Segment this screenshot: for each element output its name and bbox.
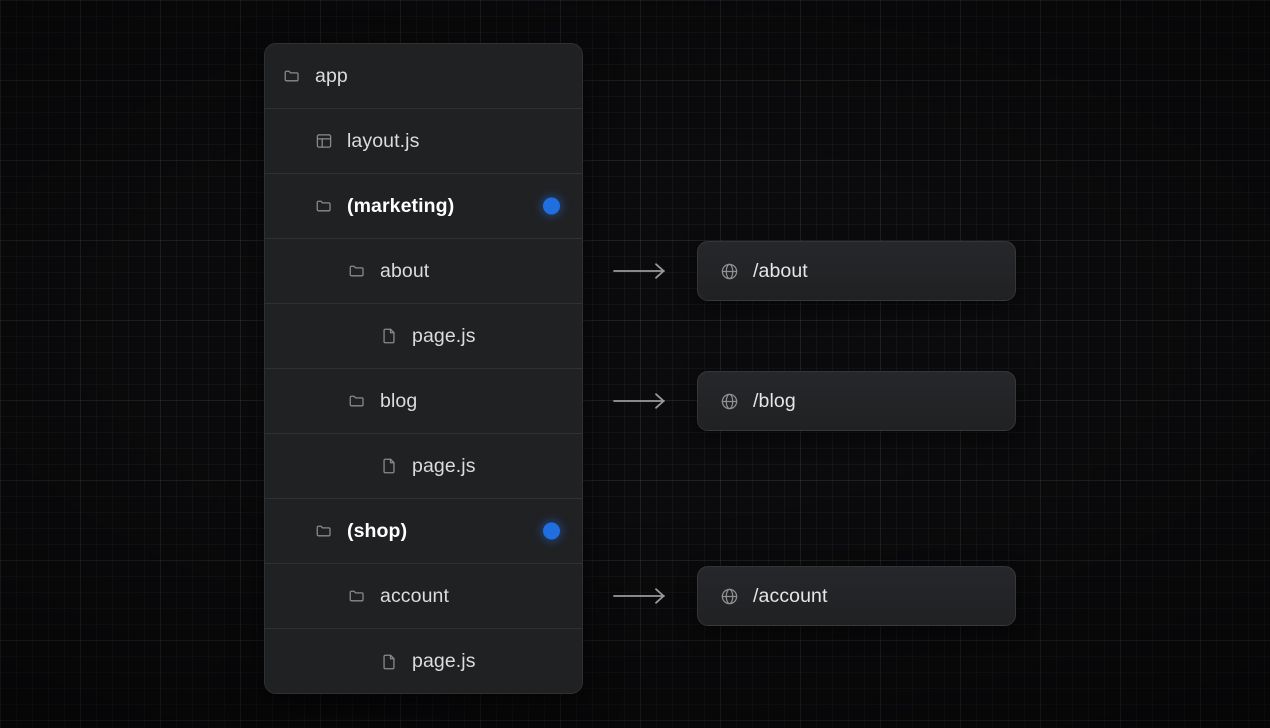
- arrow-to-account: [612, 586, 669, 606]
- tree-row-label: page.js: [412, 324, 476, 347]
- tree-row[interactable]: layout.js: [265, 109, 582, 174]
- route-pill[interactable]: /about: [697, 241, 1016, 301]
- folder-icon: [315, 197, 333, 215]
- tree-row[interactable]: about: [265, 239, 582, 304]
- tree-row-label: blog: [380, 389, 418, 412]
- folder-icon: [348, 587, 366, 605]
- folder-icon: [283, 67, 301, 85]
- tree-row[interactable]: page.js: [265, 304, 582, 369]
- tree-row-label: about: [380, 259, 430, 282]
- tree-row[interactable]: page.js: [265, 629, 582, 693]
- globe-icon: [720, 392, 739, 411]
- route-path-label: /account: [753, 584, 828, 607]
- tree-row[interactable]: app: [265, 44, 582, 109]
- tree-row-label: app: [315, 64, 348, 87]
- file-icon: [380, 457, 398, 475]
- tree-row-label: page.js: [412, 454, 476, 477]
- tree-row[interactable]: (shop): [265, 499, 582, 564]
- arrow-to-blog: [612, 391, 669, 411]
- file-tree-card: app layout.js (marketing) about page.js blog p…: [264, 43, 583, 694]
- folder-icon: [315, 522, 333, 540]
- tree-row[interactable]: account: [265, 564, 582, 629]
- folder-icon: [348, 392, 366, 410]
- tree-row-label: page.js: [412, 650, 476, 672]
- grid-background: [0, 0, 1270, 728]
- tree-row[interactable]: blog: [265, 369, 582, 434]
- tree-row-label: layout.js: [347, 129, 420, 152]
- file-icon: [380, 327, 398, 345]
- layout-panel-icon: [315, 132, 333, 150]
- route-path-label: /about: [753, 259, 808, 282]
- route-group-indicator-dot: [543, 197, 560, 215]
- route-pill[interactable]: /blog: [697, 371, 1016, 431]
- route-pill[interactable]: /account: [697, 566, 1016, 626]
- file-icon: [380, 653, 398, 671]
- globe-icon: [720, 262, 739, 281]
- tree-row[interactable]: page.js: [265, 434, 582, 499]
- arrow-to-about: [612, 261, 669, 281]
- route-path-label: /blog: [753, 389, 796, 412]
- route-group-indicator-dot: [543, 522, 560, 540]
- tree-row-label: (shop): [347, 519, 408, 542]
- tree-row[interactable]: (marketing): [265, 174, 582, 239]
- tree-row-label: account: [380, 584, 449, 607]
- globe-icon: [720, 587, 739, 606]
- tree-row-label: (marketing): [347, 194, 455, 217]
- folder-icon: [348, 262, 366, 280]
